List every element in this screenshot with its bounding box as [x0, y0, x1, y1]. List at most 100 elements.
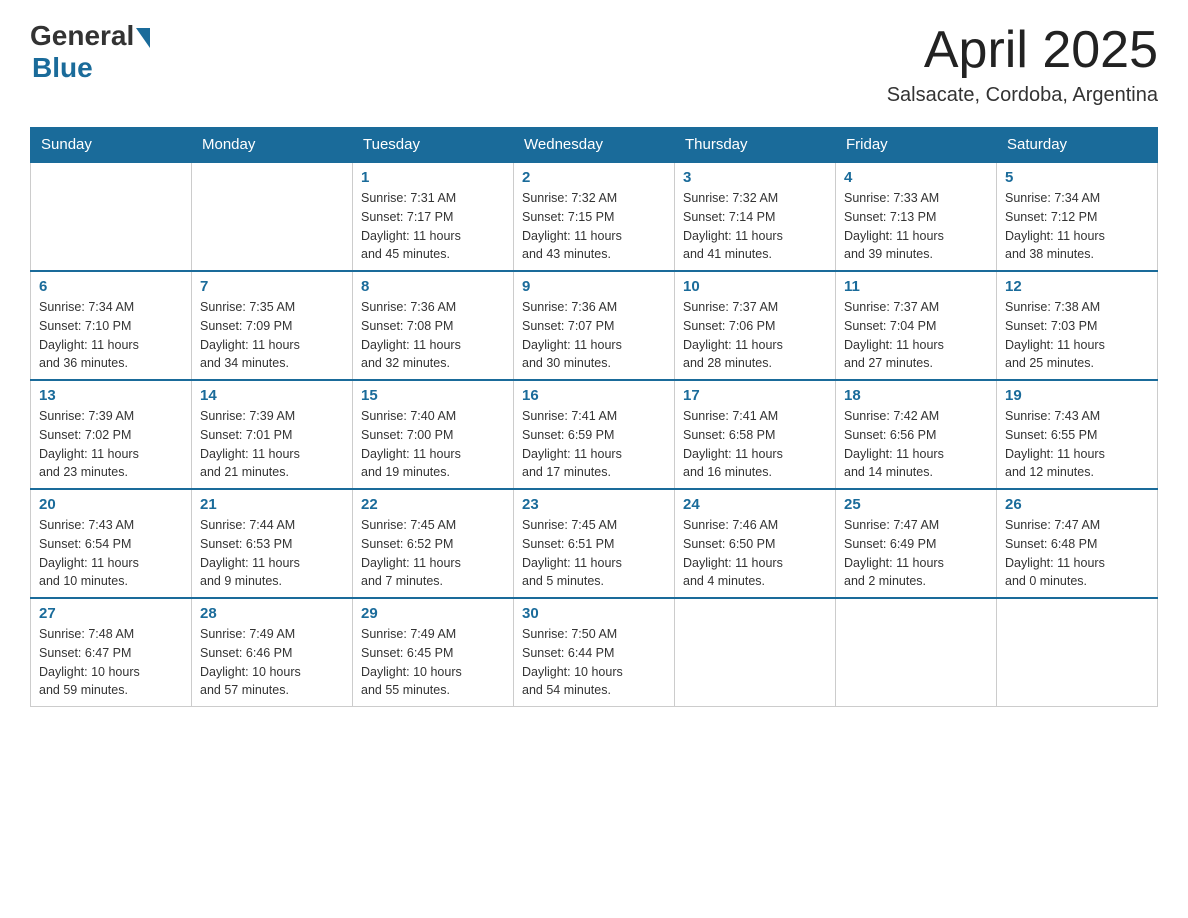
calendar-cell: 25 Sunrise: 7:47 AM Sunset: 6:49 PM Dayli…	[836, 489, 997, 598]
calendar-header-row: SundayMondayTuesdayWednesdayThursdayFrid…	[31, 128, 1158, 163]
day-number: 28	[200, 605, 344, 622]
day-info: Sunrise: 7:36 AM Sunset: 7:07 PM Dayligh…	[522, 298, 666, 373]
logo-general-text: General	[30, 20, 134, 52]
day-info: Sunrise: 7:49 AM Sunset: 6:45 PM Dayligh…	[361, 625, 505, 700]
calendar-cell: 29 Sunrise: 7:49 AM Sunset: 6:45 PM Dayli…	[353, 598, 514, 707]
calendar-cell: 28 Sunrise: 7:49 AM Sunset: 6:46 PM Dayli…	[192, 598, 353, 707]
day-info: Sunrise: 7:34 AM Sunset: 7:12 PM Dayligh…	[1005, 189, 1149, 264]
calendar-cell: 27Sunrise: 7:48 AM Sunset: 6:47 PM Dayli…	[31, 598, 192, 707]
calendar-cell: 21 Sunrise: 7:44 AM Sunset: 6:53 PM Dayli…	[192, 489, 353, 598]
day-info: Sunrise: 7:35 AM Sunset: 7:09 PM Dayligh…	[200, 298, 344, 373]
calendar-cell: 22 Sunrise: 7:45 AM Sunset: 6:52 PM Dayli…	[353, 489, 514, 598]
calendar-cell: 6 Sunrise: 7:34 AM Sunset: 7:10 PM Daylig…	[31, 271, 192, 380]
calendar-header-thursday: Thursday	[675, 128, 836, 163]
calendar-cell: 8 Sunrise: 7:36 AM Sunset: 7:08 PM Daylig…	[353, 271, 514, 380]
day-info: Sunrise: 7:36 AM Sunset: 7:08 PM Dayligh…	[361, 298, 505, 373]
calendar-cell	[31, 162, 192, 271]
calendar-cell	[192, 162, 353, 271]
calendar-week-row: 20 Sunrise: 7:43 AM Sunset: 6:54 PM Dayli…	[31, 489, 1158, 598]
calendar-cell: 16Sunrise: 7:41 AM Sunset: 6:59 PM Dayli…	[514, 380, 675, 489]
day-number: 7	[200, 278, 344, 295]
calendar-cell: 12 Sunrise: 7:38 AM Sunset: 7:03 PM Dayli…	[997, 271, 1158, 380]
calendar-cell	[997, 598, 1158, 707]
day-number: 21	[200, 496, 344, 513]
day-number: 30	[522, 605, 666, 622]
day-info: Sunrise: 7:32 AM Sunset: 7:15 PM Dayligh…	[522, 189, 666, 264]
day-info: Sunrise: 7:43 AM Sunset: 6:55 PM Dayligh…	[1005, 407, 1149, 482]
month-title: April 2025	[887, 20, 1158, 80]
day-info: Sunrise: 7:34 AM Sunset: 7:10 PM Dayligh…	[39, 298, 183, 373]
calendar-cell: 9Sunrise: 7:36 AM Sunset: 7:07 PM Daylig…	[514, 271, 675, 380]
day-info: Sunrise: 7:50 AM Sunset: 6:44 PM Dayligh…	[522, 625, 666, 700]
calendar-cell: 30 Sunrise: 7:50 AM Sunset: 6:44 PM Dayli…	[514, 598, 675, 707]
location-subtitle: Salsacate, Cordoba, Argentina	[887, 84, 1158, 107]
calendar-table: SundayMondayTuesdayWednesdayThursdayFrid…	[30, 127, 1158, 707]
day-info: Sunrise: 7:39 AM Sunset: 7:02 PM Dayligh…	[39, 407, 183, 482]
calendar-header-saturday: Saturday	[997, 128, 1158, 163]
day-number: 17	[683, 387, 827, 404]
day-info: Sunrise: 7:41 AM Sunset: 6:58 PM Dayligh…	[683, 407, 827, 482]
day-number: 22	[361, 496, 505, 513]
day-number: 20	[39, 496, 183, 513]
calendar-header-tuesday: Tuesday	[353, 128, 514, 163]
calendar-cell: 3Sunrise: 7:32 AM Sunset: 7:14 PM Daylig…	[675, 162, 836, 271]
calendar-cell: 5 Sunrise: 7:34 AM Sunset: 7:12 PM Daylig…	[997, 162, 1158, 271]
day-info: Sunrise: 7:44 AM Sunset: 6:53 PM Dayligh…	[200, 516, 344, 591]
calendar-header-wednesday: Wednesday	[514, 128, 675, 163]
day-number: 6	[39, 278, 183, 295]
logo: General Blue	[30, 20, 150, 84]
calendar-cell: 1Sunrise: 7:31 AM Sunset: 7:17 PM Daylig…	[353, 162, 514, 271]
calendar-cell: 11 Sunrise: 7:37 AM Sunset: 7:04 PM Dayli…	[836, 271, 997, 380]
day-number: 26	[1005, 496, 1149, 513]
day-info: Sunrise: 7:40 AM Sunset: 7:00 PM Dayligh…	[361, 407, 505, 482]
day-info: Sunrise: 7:42 AM Sunset: 6:56 PM Dayligh…	[844, 407, 988, 482]
title-section: April 2025 Salsacate, Cordoba, Argentina	[887, 20, 1158, 107]
calendar-cell: 14 Sunrise: 7:39 AM Sunset: 7:01 PM Dayli…	[192, 380, 353, 489]
calendar-cell: 26 Sunrise: 7:47 AM Sunset: 6:48 PM Dayli…	[997, 489, 1158, 598]
day-info: Sunrise: 7:39 AM Sunset: 7:01 PM Dayligh…	[200, 407, 344, 482]
day-number: 19	[1005, 387, 1149, 404]
day-info: Sunrise: 7:49 AM Sunset: 6:46 PM Dayligh…	[200, 625, 344, 700]
day-info: Sunrise: 7:38 AM Sunset: 7:03 PM Dayligh…	[1005, 298, 1149, 373]
day-info: Sunrise: 7:45 AM Sunset: 6:51 PM Dayligh…	[522, 516, 666, 591]
calendar-header-monday: Monday	[192, 128, 353, 163]
day-number: 12	[1005, 278, 1149, 295]
day-number: 3	[683, 169, 827, 186]
calendar-header-friday: Friday	[836, 128, 997, 163]
day-info: Sunrise: 7:37 AM Sunset: 7:06 PM Dayligh…	[683, 298, 827, 373]
day-number: 29	[361, 605, 505, 622]
day-info: Sunrise: 7:31 AM Sunset: 7:17 PM Dayligh…	[361, 189, 505, 264]
day-number: 24	[683, 496, 827, 513]
day-info: Sunrise: 7:47 AM Sunset: 6:49 PM Dayligh…	[844, 516, 988, 591]
calendar-week-row: 1Sunrise: 7:31 AM Sunset: 7:17 PM Daylig…	[31, 162, 1158, 271]
page-header: General Blue April 2025 Salsacate, Cordo…	[30, 20, 1158, 107]
day-info: Sunrise: 7:46 AM Sunset: 6:50 PM Dayligh…	[683, 516, 827, 591]
logo-blue-text: Blue	[32, 52, 93, 84]
calendar-cell: 23 Sunrise: 7:45 AM Sunset: 6:51 PM Dayli…	[514, 489, 675, 598]
calendar-cell: 15 Sunrise: 7:40 AM Sunset: 7:00 PM Dayli…	[353, 380, 514, 489]
day-number: 11	[844, 278, 988, 295]
calendar-cell	[675, 598, 836, 707]
day-number: 5	[1005, 169, 1149, 186]
day-number: 25	[844, 496, 988, 513]
day-info: Sunrise: 7:37 AM Sunset: 7:04 PM Dayligh…	[844, 298, 988, 373]
day-number: 23	[522, 496, 666, 513]
calendar-cell: 19 Sunrise: 7:43 AM Sunset: 6:55 PM Dayli…	[997, 380, 1158, 489]
day-info: Sunrise: 7:47 AM Sunset: 6:48 PM Dayligh…	[1005, 516, 1149, 591]
day-number: 14	[200, 387, 344, 404]
day-number: 8	[361, 278, 505, 295]
day-number: 15	[361, 387, 505, 404]
calendar-header-sunday: Sunday	[31, 128, 192, 163]
day-info: Sunrise: 7:43 AM Sunset: 6:54 PM Dayligh…	[39, 516, 183, 591]
day-number: 10	[683, 278, 827, 295]
calendar-week-row: 6 Sunrise: 7:34 AM Sunset: 7:10 PM Daylig…	[31, 271, 1158, 380]
day-info: Sunrise: 7:48 AM Sunset: 6:47 PM Dayligh…	[39, 625, 183, 700]
day-info: Sunrise: 7:45 AM Sunset: 6:52 PM Dayligh…	[361, 516, 505, 591]
day-number: 4	[844, 169, 988, 186]
calendar-cell: 20 Sunrise: 7:43 AM Sunset: 6:54 PM Dayli…	[31, 489, 192, 598]
calendar-cell: 17 Sunrise: 7:41 AM Sunset: 6:58 PM Dayli…	[675, 380, 836, 489]
calendar-cell: 10 Sunrise: 7:37 AM Sunset: 7:06 PM Dayli…	[675, 271, 836, 380]
day-number: 2	[522, 169, 666, 186]
calendar-week-row: 27Sunrise: 7:48 AM Sunset: 6:47 PM Dayli…	[31, 598, 1158, 707]
calendar-cell: 7 Sunrise: 7:35 AM Sunset: 7:09 PM Daylig…	[192, 271, 353, 380]
